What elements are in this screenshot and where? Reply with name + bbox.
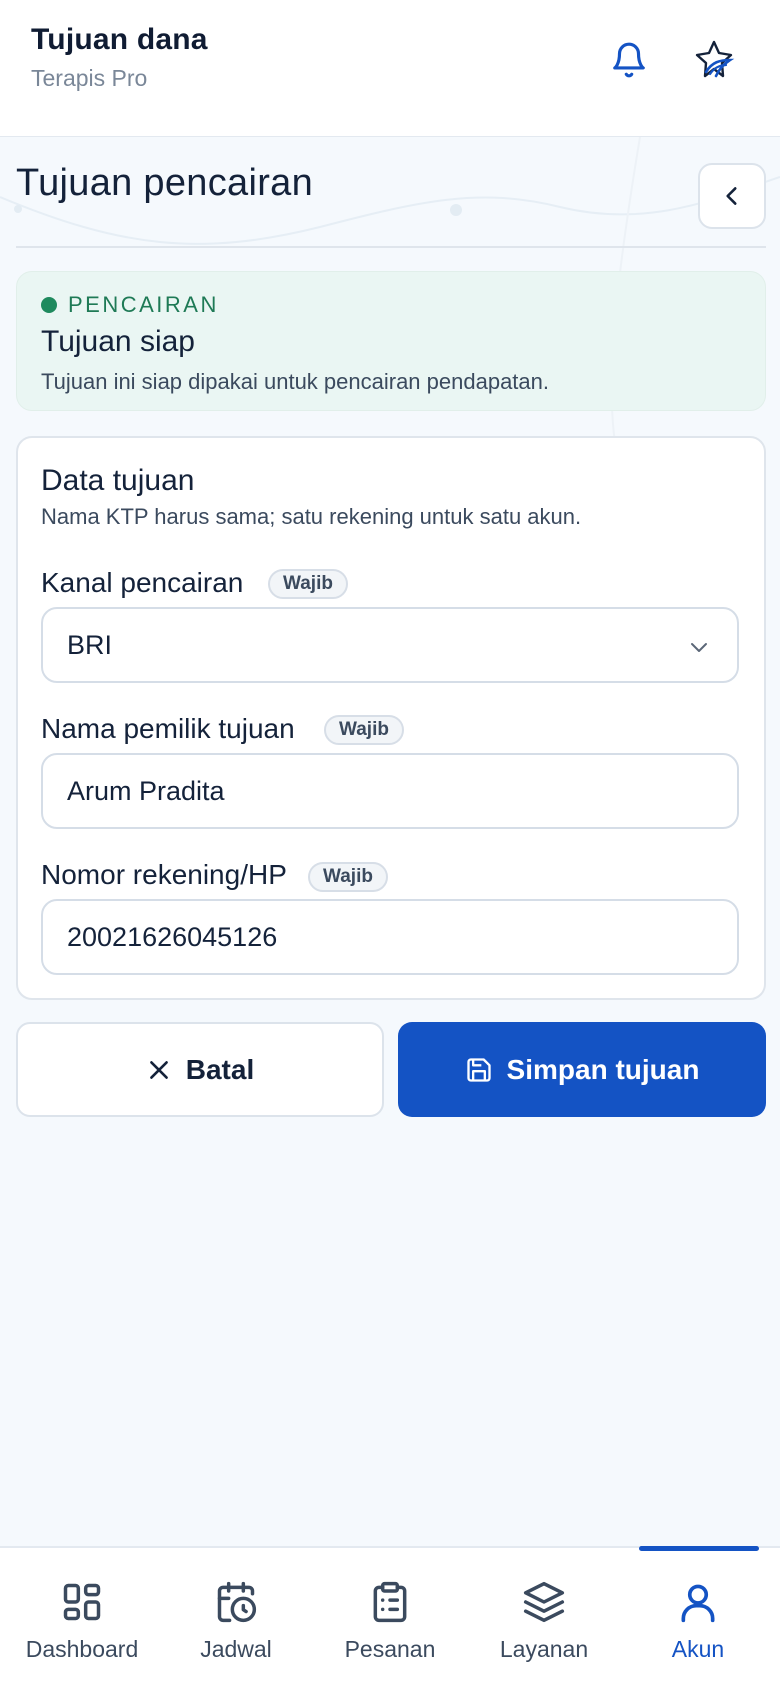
chevron-down-icon (691, 643, 707, 652)
nav-item-dashboard[interactable]: Dashboard (4, 1548, 160, 1688)
form-card: Data tujuan Nama KTP harus sama; satu re… (16, 436, 766, 1000)
status-title: Tujuan siap (41, 325, 195, 358)
owner-name-field[interactable]: Arum Pradita (41, 753, 739, 829)
status-description: Tujuan ini siap dipakai untuk pencairan … (41, 369, 549, 394)
chevron-left-icon (726, 187, 737, 205)
layers-icon (523, 1581, 565, 1623)
cancel-button[interactable]: Batal (16, 1022, 384, 1117)
required-badge: Wajib (308, 862, 388, 892)
nav-label-akun: Akun (671, 1636, 725, 1662)
nav-item-layanan[interactable]: Layanan (466, 1548, 622, 1688)
save-button-label: Simpan tujuan (506, 1053, 700, 1085)
channel-label: Kanal pencairan (41, 567, 244, 598)
user-icon (681, 1584, 715, 1623)
app-title: Tujuan dana (31, 23, 208, 56)
form-description: Nama KTP harus sama; satu rekening untuk… (41, 504, 582, 529)
account-number-field[interactable]: 20021626045126 (41, 899, 739, 975)
channel-select-value: BRI (67, 630, 113, 660)
form-title: Data tujuan (41, 464, 195, 497)
save-button[interactable]: Simpan tujuan (398, 1022, 766, 1117)
nav-item-akun[interactable]: Akun (620, 1548, 776, 1688)
channel-select[interactable]: BRI (41, 607, 739, 683)
account-number-label: Nomor rekening/HP (41, 859, 287, 890)
close-icon (149, 1060, 168, 1079)
status-dot-icon (41, 297, 57, 313)
brand-logo-icon[interactable] (690, 36, 738, 84)
page-title: Tujuan pencairan (16, 162, 314, 204)
bottom-nav: Dashboard Jadwal Pesanan Layanan Akun (0, 1546, 780, 1688)
status-kicker: PENCAIRAN (68, 292, 219, 317)
account-number-value: 20021626045126 (67, 922, 278, 952)
nav-label-layanan: Layanan (499, 1636, 589, 1662)
save-icon (466, 1057, 491, 1082)
dashboard-icon (63, 1583, 101, 1621)
status-card: PENCAIRAN Tujuan siap Tujuan ini siap di… (16, 271, 766, 411)
back-button[interactable] (698, 163, 766, 229)
title-divider (16, 246, 766, 248)
calendar-clock-icon (217, 1581, 257, 1623)
required-badge: Wajib (324, 715, 404, 745)
required-badge: Wajib (268, 569, 348, 599)
nav-item-pesanan[interactable]: Pesanan (312, 1548, 468, 1688)
owner-name-value: Arum Pradita (67, 776, 225, 806)
owner-name-label: Nama pemilik tujuan (41, 713, 295, 744)
app-header: Tujuan dana Terapis Pro (0, 0, 780, 137)
nav-label-pesanan: Pesanan (344, 1636, 436, 1662)
clipboard-list-icon (373, 1581, 407, 1623)
app-subtitle: Terapis Pro (31, 65, 148, 91)
nav-label-dashboard: Dashboard (25, 1636, 139, 1662)
bell-icon[interactable] (605, 36, 653, 84)
nav-item-jadwal[interactable]: Jadwal (158, 1548, 314, 1688)
nav-label-jadwal: Jadwal (200, 1636, 272, 1662)
cancel-button-label: Batal (185, 1053, 255, 1085)
